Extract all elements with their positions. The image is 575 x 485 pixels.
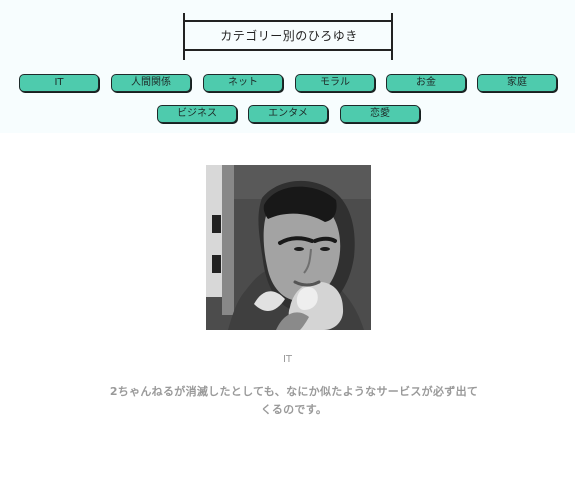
profile-photo [206,165,371,330]
quote-text: 2ちゃんねるが消滅したとしても、なにか似たようなサービスが必ず出てくるのです。 [109,385,479,416]
category-button-net[interactable]: ネット [203,74,283,92]
category-button-family[interactable]: 家庭 [477,74,557,92]
category-button-moral[interactable]: モラル [295,74,375,92]
category-button-human-relations[interactable]: 人間関係 [111,74,191,92]
page-title: カテゴリー別のひろゆき [220,29,358,43]
category-button-entertainment[interactable]: エンタメ [248,105,328,123]
title-frame: カテゴリー別のひろゆき [176,13,402,60]
category-button-business[interactable]: ビジネス [157,105,237,123]
category-header: カテゴリー別のひろゆき IT 人間関係 ネット モラル お金 家庭 ビジネス エ… [0,0,575,133]
profile-photo-image [206,165,371,330]
page: カテゴリー別のひろゆき IT 人間関係 ネット モラル お金 家庭 ビジネス エ… [0,0,575,485]
current-category: IT [282,354,293,365]
category-button-love[interactable]: 恋愛 [340,105,420,123]
category-button-it[interactable]: IT [19,74,99,92]
category-button-money[interactable]: お金 [386,74,466,92]
